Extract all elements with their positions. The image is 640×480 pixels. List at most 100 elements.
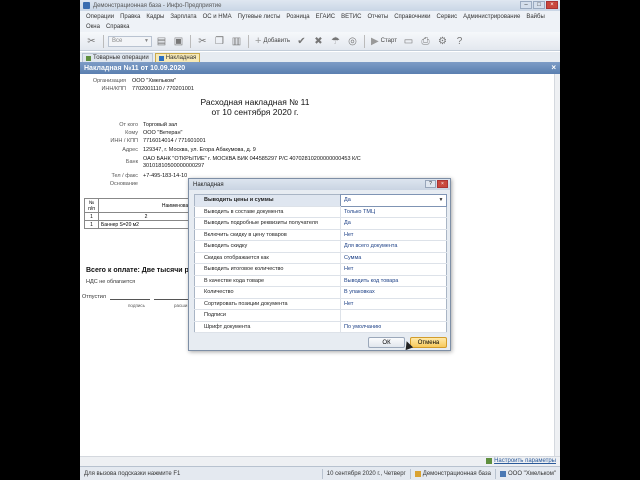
umbrella-icon[interactable]: ☂ [328, 34, 343, 49]
settings-row[interactable]: Подписи [194, 309, 447, 322]
subheader-1: 1 [84, 212, 99, 221]
menu-item[interactable]: Сервис [437, 14, 458, 20]
settings-value[interactable]: Для всего документа [340, 240, 447, 253]
copy-icon[interactable]: ❐ [212, 34, 227, 49]
settings-row[interactable]: Выводить в составе документа Только ТМЦ [194, 206, 447, 218]
table-header-row: № п/п Наименован [84, 198, 194, 213]
menu-item[interactable]: Кадры [146, 14, 164, 20]
table-row: 1 Баннер S=20 м2 [84, 220, 194, 229]
start-button[interactable]: ▶ Старт [369, 34, 399, 49]
settings-key: Выводить в составе документа [194, 206, 341, 218]
settings-link[interactable]: Настроить параметры [486, 458, 556, 464]
menu-item[interactable]: ЕГАИС [316, 14, 336, 20]
close-document-icon[interactable]: × [551, 63, 556, 72]
settings-row[interactable]: Выводить итоговое количество Нет [194, 263, 447, 276]
tab-invoice[interactable]: Накладная [154, 53, 201, 62]
check-icon[interactable]: ✔ [294, 34, 309, 49]
print-icon[interactable]: ⎙ [418, 34, 433, 49]
inn2-value: 7716014014 / 771601001 [143, 138, 206, 144]
menu-item[interactable]: Отчеты [367, 14, 388, 20]
dialog-help-icon[interactable]: ? [425, 180, 436, 188]
settings-link-label: Настроить параметры [494, 458, 556, 464]
invoice-heading: Расходная накладная № 11 от 10 сентября … [180, 97, 330, 117]
settings-value[interactable]: Сумма [340, 252, 447, 264]
delete-icon[interactable]: ✖ [311, 34, 326, 49]
status-db: Демонстрационная база [409, 468, 495, 479]
settings-value[interactable]: Да [340, 217, 447, 230]
settings-key: Выводить подробные реквизиты получателя [194, 217, 341, 230]
settings-value-select[interactable]: Да ▼ [340, 194, 447, 207]
settings-value[interactable]: Выводить код товара [340, 275, 447, 287]
tools-icon[interactable]: ✂ [84, 34, 99, 49]
ok-button[interactable]: ОК [368, 337, 405, 348]
settings-row[interactable]: Включить скидку в цену товаров Нет [194, 229, 447, 241]
menu-item-help[interactable]: Справка [106, 24, 130, 30]
menu-item[interactable]: Правка [120, 14, 140, 20]
toolbar: ✂ Все ▼ ▤ ▣ ✂ ❐ ▥ + Добавить ✔ ✖ ☂ ◎ ▶ С… [80, 32, 560, 51]
zoom-icon[interactable]: ◎ [345, 34, 360, 49]
settings-value[interactable]: Нет [340, 298, 447, 310]
document-icon[interactable]: ▭ [401, 34, 416, 49]
menu-item[interactable]: Администрирование [463, 14, 520, 20]
chevron-down-icon[interactable]: ▼ [437, 196, 445, 204]
menu-item[interactable]: Операции [86, 14, 114, 20]
tab-goods-operations[interactable]: Товарные операции [82, 53, 153, 62]
filter-icon[interactable]: ▤ [154, 34, 169, 49]
filter-combo[interactable]: Все ▼ [108, 35, 152, 47]
menu-item[interactable]: Зарплата [170, 14, 196, 20]
horizontal-scrollbar[interactable]: Настроить параметры [80, 456, 560, 466]
tab-label: Накладная [165, 55, 197, 61]
menu-item[interactable]: ВЕТИС [341, 14, 361, 20]
start-button-label: Старт [380, 38, 397, 44]
settings-row[interactable]: Количество В упаковках [194, 286, 447, 299]
menu-item-windows[interactable]: Окна [86, 24, 100, 30]
minimize-icon[interactable]: – [520, 1, 532, 9]
tab-strip: Товарные операции Накладная [80, 52, 560, 62]
help-icon[interactable]: ? [452, 34, 467, 49]
menu-item[interactable]: Вайбы [526, 14, 544, 20]
settings-row[interactable]: Скидка отображается как Сумма [194, 252, 447, 264]
settings-icon[interactable]: ⚙ [435, 34, 450, 49]
dialog-close-icon[interactable]: × [437, 180, 448, 188]
settings-row[interactable]: Выводить подробные реквизиты получателя … [194, 217, 447, 230]
settings-value[interactable]: Нет [340, 229, 447, 241]
organization-icon [500, 470, 507, 477]
settings-row[interactable]: Выводить цены и суммы Да ▼ [194, 194, 447, 207]
menu-item[interactable]: Путевые листы [238, 14, 281, 20]
close-icon[interactable]: × [546, 1, 558, 9]
paste-icon[interactable]: ▥ [229, 34, 244, 49]
settings-value[interactable]: Нет [340, 263, 447, 276]
settings-key: В качестве кода товаре [194, 275, 341, 287]
save-icon[interactable]: ▣ [171, 34, 186, 49]
table-subheader-row: 1 2 [84, 212, 194, 221]
settings-row[interactable]: Шрифт документа По умолчанию [194, 321, 447, 333]
settings-row[interactable]: Выводить скидку Для всего документа [194, 240, 447, 253]
dialog-title: Накладная [193, 181, 224, 188]
chevron-down-icon: ▼ [144, 38, 149, 44]
maximize-icon[interactable]: □ [533, 1, 545, 9]
add-button[interactable]: + Добавить [253, 34, 292, 49]
phone-value: +7-495-183-14-10 [143, 173, 188, 179]
settings-row[interactable]: Сортировать позиции документа Нет [194, 298, 447, 310]
cancel-button[interactable]: Отмена [410, 337, 447, 348]
document-title: Накладная №11 от 10.09.2020 [84, 64, 186, 72]
menu-item[interactable]: Розница [286, 14, 309, 20]
to-value: ООО "Ветеран" [143, 130, 183, 136]
decode-line [154, 294, 193, 300]
toolbar-separator [190, 34, 191, 48]
dialog-titlebar: Накладная ? × [189, 179, 450, 190]
settings-key: Сортировать позиции документа [194, 298, 341, 310]
menu-item[interactable]: Справочники [394, 14, 430, 20]
settings-value[interactable] [340, 309, 447, 322]
vertical-scrollbar[interactable] [554, 74, 560, 456]
to-label: Кому [125, 130, 138, 136]
settings-value[interactable]: В упаковках [340, 286, 447, 299]
status-org: ООО "Хмельком" [495, 468, 560, 479]
settings-value[interactable]: Только ТМЦ [340, 206, 447, 218]
settings-row[interactable]: В качестве кода товаре Выводить код това… [194, 275, 447, 287]
menu-item[interactable]: ОС и НМА [203, 14, 232, 20]
settings-value[interactable]: По умолчанию [340, 321, 447, 333]
vat-note: НДС не облагается [86, 279, 136, 285]
cut-icon[interactable]: ✂ [195, 34, 210, 49]
settings-key: Выводить итоговое количество [194, 263, 341, 276]
